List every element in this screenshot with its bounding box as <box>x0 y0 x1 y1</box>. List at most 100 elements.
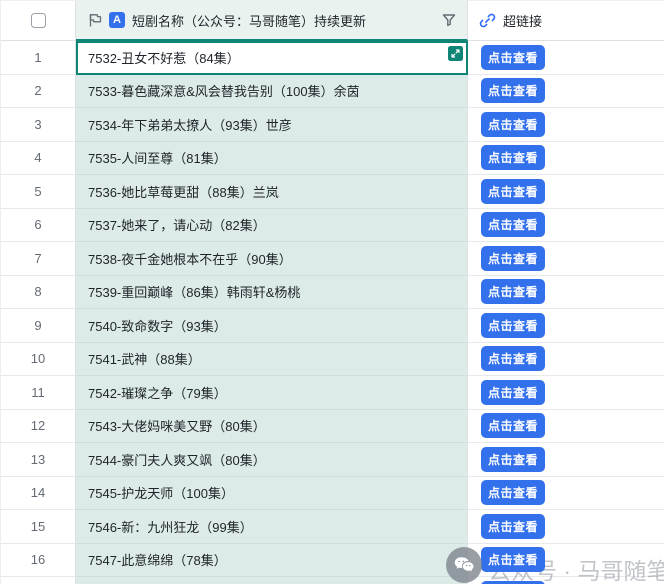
text-field-type-icon: A <box>109 12 125 28</box>
row-number-cell[interactable]: 3 <box>1 108 76 142</box>
view-link-button[interactable]: 点击查看 <box>481 179 545 204</box>
hyperlink-cell: 点击查看 <box>468 376 664 410</box>
drama-name-text: 7533-暮色藏深意&风会替我告别（100集）余茵 <box>88 81 360 100</box>
drama-name-text: 7532-丑女不好惹（84集） <box>88 48 240 67</box>
hyperlink-cell: 点击查看 <box>468 242 664 276</box>
drama-name-text: 7546-新：九州狂龙（99集） <box>88 517 253 536</box>
drama-name-text: 7545-护龙天师（100集） <box>88 483 234 502</box>
table-row: 7 7538-夜千金她根本不在乎（90集） 点击查看 <box>1 242 664 276</box>
table-row: 15 7546-新：九州狂龙（99集） 点击查看 <box>1 510 664 544</box>
drama-name-cell[interactable]: 7536-她比草莓更甜（88集）兰岚 <box>76 175 468 209</box>
link-column-header[interactable]: 超链接 <box>468 1 664 41</box>
view-link-button[interactable]: 点击查看 <box>481 514 545 539</box>
drama-name-text: 7542-璀璨之争（79集） <box>88 383 227 402</box>
drama-name-cell[interactable]: 7547-此意绵绵（78集） <box>76 544 468 578</box>
table-body: 1 7532-丑女不好惹（84集） 点击查看 2 7533-暮色藏深意&风会替我告别（1… <box>1 41 664 584</box>
row-number-cell[interactable]: 16 <box>1 544 76 578</box>
select-all-cell[interactable] <box>1 1 76 41</box>
select-all-checkbox[interactable] <box>31 13 46 28</box>
hyperlink-cell: 点击查看 <box>468 443 664 477</box>
table-row: 12 7543-大佬妈咪美又野（80集） 点击查看 <box>1 410 664 444</box>
drama-name-cell[interactable]: 7545-护龙天师（100集） <box>76 477 468 511</box>
view-link-button[interactable]: 点击查看 <box>481 313 545 338</box>
flag-icon <box>87 12 103 28</box>
hyperlink-cell: 点击查看 <box>468 577 664 584</box>
view-link-button[interactable]: 点击查看 <box>481 246 545 271</box>
table-row: 14 7545-护龙天师（100集） 点击查看 <box>1 477 664 511</box>
drama-name-text: 7534-年下弟弟太撩人（93集）世彦 <box>88 115 292 134</box>
view-link-button[interactable]: 点击查看 <box>481 413 545 438</box>
drama-name-cell[interactable]: 7535-人间至尊（81集） <box>76 142 468 176</box>
row-number-cell[interactable] <box>1 577 76 584</box>
row-number-cell[interactable]: 15 <box>1 510 76 544</box>
table-row: 5 7536-她比草莓更甜（88集）兰岚 点击查看 <box>1 175 664 209</box>
view-link-button[interactable]: 点击查看 <box>481 380 545 405</box>
view-link-button[interactable]: 点击查看 <box>481 145 545 170</box>
table-header-row: A 短剧名称（公众号：马哥随笔）持续更新 超链接 <box>1 1 664 41</box>
drama-name-text: 7536-她比草莓更甜（88集）兰岚 <box>88 182 279 201</box>
drama-name-cell[interactable]: 7543-大佬妈咪美又野（80集） <box>76 410 468 444</box>
table-row-partial: 点击查看 <box>1 577 664 584</box>
bitable-grid: A 短剧名称（公众号：马哥随笔）持续更新 超链接 1 7532-丑女不好惹（84集… <box>0 0 664 584</box>
drama-name-cell[interactable]: 7544-豪门夫人爽又飒（80集） <box>76 443 468 477</box>
hyperlink-cell: 点击查看 <box>468 75 664 109</box>
drama-name-cell[interactable]: 7539-重回巅峰（86集）韩雨轩&杨桃 <box>76 276 468 310</box>
table-row: 8 7539-重回巅峰（86集）韩雨轩&杨桃 点击查看 <box>1 276 664 310</box>
drama-name-text: 7541-武神（88集） <box>88 349 201 368</box>
drama-name-cell[interactable]: 7546-新：九州狂龙（99集） <box>76 510 468 544</box>
expand-record-icon[interactable] <box>448 46 463 61</box>
drama-name-cell[interactable]: 7532-丑女不好惹（84集） <box>76 41 468 75</box>
row-number-cell[interactable]: 10 <box>1 343 76 377</box>
drama-name-cell[interactable]: 7538-夜千金她根本不在乎（90集） <box>76 242 468 276</box>
row-number-cell[interactable]: 11 <box>1 376 76 410</box>
drama-name-text: 7539-重回巅峰（86集）韩雨轩&杨桃 <box>88 282 300 301</box>
name-column-header[interactable]: A 短剧名称（公众号：马哥随笔）持续更新 <box>76 1 468 41</box>
drama-name-cell[interactable]: 7537-她来了，请心动（82集） <box>76 209 468 243</box>
table-row: 10 7541-武神（88集） 点击查看 <box>1 343 664 377</box>
table-row: 9 7540-致命数字（93集） 点击查看 <box>1 309 664 343</box>
view-link-button[interactable]: 点击查看 <box>481 447 545 472</box>
table-row: 137544-豪门夫人爽又飒（80集） 点击查看 <box>1 443 664 477</box>
view-link-button[interactable]: 点击查看 <box>481 480 545 505</box>
drama-name-cell[interactable] <box>76 577 468 584</box>
table-row: 1 7532-丑女不好惹（84集） 点击查看 <box>1 41 664 75</box>
row-number-cell[interactable]: 8 <box>1 276 76 310</box>
row-number-cell[interactable]: 7 <box>1 242 76 276</box>
view-link-button[interactable]: 点击查看 <box>481 112 545 137</box>
drama-name-text: 7547-此意绵绵（78集） <box>88 550 227 569</box>
hyperlink-cell: 点击查看 <box>468 175 664 209</box>
row-number-cell[interactable]: 1 <box>1 41 76 75</box>
drama-name-text: 7538-夜千金她根本不在乎（90集） <box>88 249 292 268</box>
drama-name-cell[interactable]: 7533-暮色藏深意&风会替我告别（100集）余茵 <box>76 75 468 109</box>
drama-name-text: 7540-致命数字（93集） <box>88 316 227 335</box>
view-link-button[interactable]: 点击查看 <box>481 346 545 371</box>
hyperlink-cell: 点击查看 <box>468 41 664 75</box>
row-number-cell[interactable]: 2 <box>1 75 76 109</box>
drama-name-cell[interactable]: 7542-璀璨之争（79集） <box>76 376 468 410</box>
drama-name-cell[interactable]: 7540-致命数字（93集） <box>76 309 468 343</box>
hyperlink-cell: 点击查看 <box>468 544 664 578</box>
hyperlink-cell: 点击查看 <box>468 209 664 243</box>
view-link-button[interactable]: 点击查看 <box>481 279 545 304</box>
row-number-cell[interactable]: 13 <box>1 443 76 477</box>
drama-name-cell[interactable]: 7534-年下弟弟太撩人（93集）世彦 <box>76 108 468 142</box>
view-link-button[interactable]: 点击查看 <box>481 212 545 237</box>
table-row: 2 7533-暮色藏深意&风会替我告别（100集）余茵 点击查看 <box>1 75 664 109</box>
row-number-cell[interactable]: 12 <box>1 410 76 444</box>
drama-name-text: 7543-大佬妈咪美又野（80集） <box>88 416 266 435</box>
drama-name-cell[interactable]: 7541-武神（88集） <box>76 343 468 377</box>
row-number-cell[interactable]: 9 <box>1 309 76 343</box>
hyperlink-cell: 点击查看 <box>468 477 664 511</box>
view-link-button[interactable]: 点击查看 <box>481 45 545 70</box>
view-link-button[interactable]: 点击查看 <box>481 78 545 103</box>
filter-funnel-icon[interactable] <box>441 12 457 28</box>
view-link-button[interactable]: 点击查看 <box>481 547 545 572</box>
drama-name-text: 7537-她来了，请心动（82集） <box>88 215 266 234</box>
row-number-cell[interactable]: 5 <box>1 175 76 209</box>
name-column-title: 短剧名称（公众号：马哥随笔）持续更新 <box>132 11 441 30</box>
row-number-cell[interactable]: 14 <box>1 477 76 511</box>
row-number-cell[interactable]: 4 <box>1 142 76 176</box>
row-number-cell[interactable]: 6 <box>1 209 76 243</box>
link-column-title: 超链接 <box>503 11 542 30</box>
hyperlink-cell: 点击查看 <box>468 309 664 343</box>
